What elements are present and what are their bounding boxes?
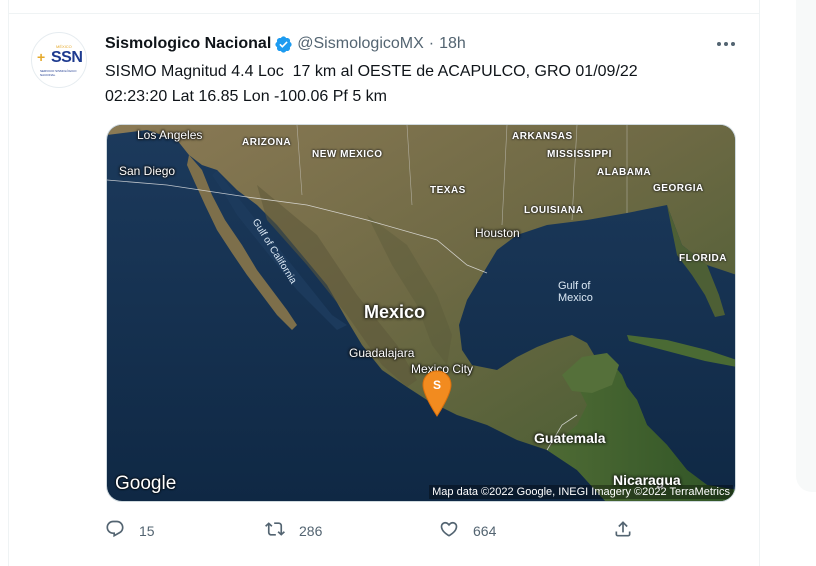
map-image[interactable]: Los Angeles San Diego ARIZONA NEW MEXICO… xyxy=(106,124,736,502)
handle[interactable]: @SismologicoMX xyxy=(297,35,424,53)
label-houston: Houston xyxy=(475,226,520,240)
previous-tweet-edge xyxy=(8,0,760,14)
label-mexico: Mexico xyxy=(364,302,426,322)
like-count: 664 xyxy=(473,522,497,539)
sidebar-panel-edge xyxy=(796,0,816,492)
map-attribution: Map data ©2022 Google, INEGI Imagery ©20… xyxy=(429,485,733,499)
display-name[interactable]: Sismologico Nacional xyxy=(105,35,271,53)
avatar-plus-icon: + xyxy=(37,49,46,65)
retweet-icon xyxy=(265,519,285,542)
timestamp[interactable]: 18h xyxy=(439,35,466,53)
label-mississippi: MISSISSIPPI xyxy=(547,149,612,160)
like-button[interactable]: 664 xyxy=(439,519,496,542)
label-louisiana: LOUISIANA xyxy=(524,205,584,216)
earthquake-location-pin-icon[interactable]: S xyxy=(422,370,452,418)
tweet-actions: 15 286 664 xyxy=(105,519,745,545)
label-florida: FLORIDA xyxy=(679,253,727,264)
tweet-text: SISMO Magnitud 4.4 Loc 17 km al OESTE de… xyxy=(105,63,638,105)
avatar[interactable]: MÉXICO + SSN SERVICIO SISMOLÓGICO NACION… xyxy=(31,32,87,88)
share-button[interactable] xyxy=(613,519,633,542)
google-logo: Google xyxy=(115,473,177,494)
label-los-angeles: Los Angeles xyxy=(137,128,203,142)
reply-button[interactable]: 15 xyxy=(105,519,155,542)
avatar-logo-text: SSN xyxy=(51,49,83,66)
separator-dot: · xyxy=(428,35,435,52)
reply-icon xyxy=(105,519,125,542)
tweet-header: Sismologico Nacional @SismologicoMX · 18… xyxy=(105,34,466,54)
tweet[interactable]: MÉXICO + SSN SERVICIO SISMOLÓGICO NACION… xyxy=(8,14,760,566)
more-options-icon[interactable] xyxy=(714,32,738,56)
pin-letter: S xyxy=(433,378,441,392)
heart-icon xyxy=(439,519,459,542)
label-guadalajara: Guadalajara xyxy=(349,346,415,360)
label-gulf-of-mexico-line1: Gulf of xyxy=(558,280,591,292)
label-arkansas: ARKANSAS xyxy=(512,131,573,142)
label-guatemala: Guatemala xyxy=(534,430,606,446)
label-arizona: ARIZONA xyxy=(242,137,292,148)
label-san-diego: San Diego xyxy=(119,164,176,178)
label-gulf-of-mexico-line2: Mexico xyxy=(558,292,593,304)
retweet-count: 286 xyxy=(299,522,323,539)
avatar-sub-text: SERVICIO SISMOLÓGICO NACIONAL xyxy=(40,69,77,77)
label-georgia: GEORGIA xyxy=(653,183,704,194)
reply-count: 15 xyxy=(139,522,155,539)
label-texas: TEXAS xyxy=(430,185,466,196)
share-icon xyxy=(613,519,633,542)
label-alabama: ALABAMA xyxy=(597,167,652,178)
verified-badge-icon xyxy=(274,35,293,54)
retweet-button[interactable]: 286 xyxy=(265,519,322,542)
label-new-mexico: NEW MEXICO xyxy=(312,149,383,160)
